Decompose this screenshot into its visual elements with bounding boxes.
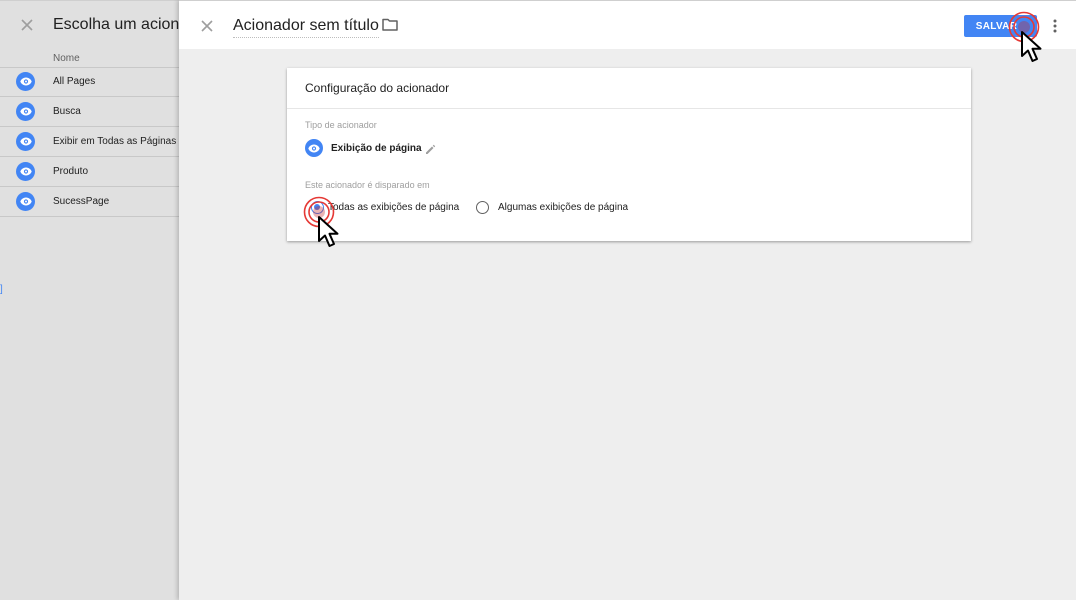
close-icon[interactable]	[197, 16, 217, 36]
eye-icon	[16, 72, 35, 91]
trigger-list-item[interactable]: Exibir em Todas as Páginas	[0, 127, 179, 157]
trigger-name: Busca	[53, 106, 81, 117]
trigger-type-name[interactable]: Exibição de página	[331, 143, 422, 154]
trigger-list-item[interactable]: SucessPage	[0, 187, 179, 217]
trigger-name: All Pages	[53, 76, 96, 87]
radio-some-pageviews[interactable]	[476, 201, 489, 214]
more-vert-icon[interactable]	[1052, 18, 1058, 34]
close-icon[interactable]	[17, 15, 37, 35]
radio-some-pageviews-label[interactable]: Algumas exibições de página	[498, 202, 628, 213]
trigger-type-label: Tipo de acionador	[305, 120, 377, 130]
trigger-name: Exibir em Todas as Páginas	[53, 136, 177, 147]
eye-icon	[16, 192, 35, 211]
trigger-config-card: Configuração do acionador Tipo de aciona…	[287, 68, 971, 241]
folder-icon[interactable]	[382, 18, 398, 36]
trigger-name: SucessPage	[53, 196, 110, 207]
card-divider	[287, 108, 971, 109]
eye-icon	[16, 132, 35, 151]
pencil-icon[interactable]	[425, 142, 436, 160]
chooser-title: Escolha um acionador	[53, 16, 179, 33]
side-glyph: ]	[0, 284, 3, 295]
eye-icon	[16, 102, 35, 121]
trigger-editor-panel: Acionador sem título SALVAR Configuração…	[179, 0, 1076, 600]
editor-header: Acionador sem título SALVAR	[179, 0, 1076, 49]
radio-all-pageviews-label[interactable]: Todas as exibições de página	[328, 202, 459, 213]
card-title: Configuração do acionador	[305, 81, 450, 95]
column-header-name: Nome	[53, 53, 80, 64]
mouse-cursor-icon	[1020, 30, 1046, 64]
mouse-cursor-icon	[317, 215, 343, 249]
trigger-title-field[interactable]: Acionador sem título	[233, 17, 379, 38]
eye-icon	[16, 162, 35, 181]
trigger-list-item[interactable]: Produto	[0, 157, 179, 187]
trigger-name: Produto	[53, 166, 89, 177]
trigger-list-item[interactable]: All Pages	[0, 67, 179, 97]
fires-on-label: Este acionador é disparado em	[305, 180, 430, 190]
eye-icon	[305, 139, 323, 157]
trigger-list-item[interactable]: Busca	[0, 97, 179, 127]
